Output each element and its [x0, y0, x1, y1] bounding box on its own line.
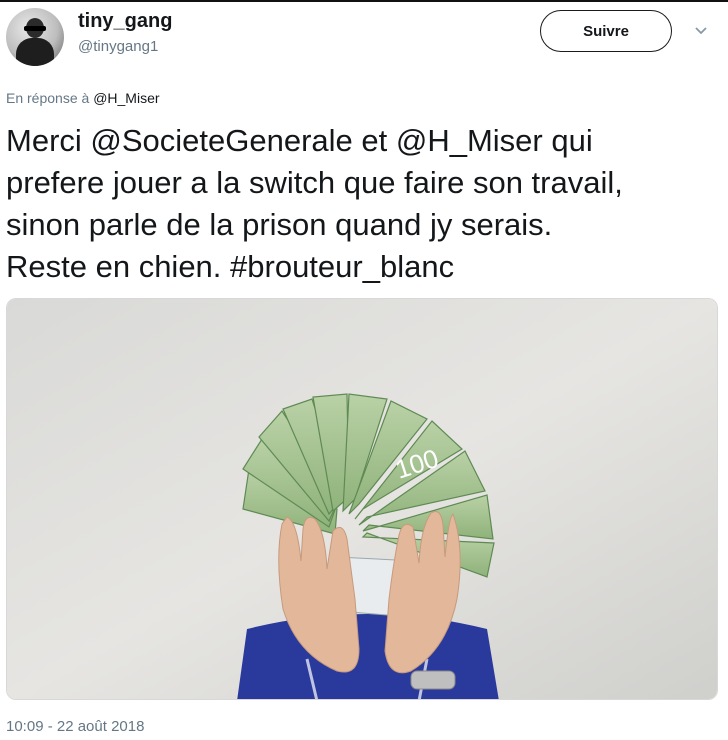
- follow-button[interactable]: Suivre: [540, 10, 672, 52]
- chevron-down-icon[interactable]: [694, 26, 708, 36]
- reply-context: En réponse à @H_Miser: [6, 90, 160, 106]
- photo-money-fan: 100: [7, 299, 717, 699]
- tweet-line: Merci @SocieteGenerale et @H_Miser qui: [6, 123, 593, 158]
- reply-prefix: En réponse à: [6, 90, 90, 106]
- tweet-line: sinon parle de la prison quand jy serais…: [6, 207, 553, 242]
- tweet-media-photo[interactable]: 100: [6, 298, 718, 700]
- top-border: [0, 0, 728, 2]
- tweet-line: prefere jouer a la switch que faire son …: [6, 165, 623, 200]
- display-name[interactable]: tiny_gang: [78, 10, 172, 33]
- reply-mention-link[interactable]: @H_Miser: [93, 90, 159, 106]
- user-handle[interactable]: @tinygang1: [78, 38, 158, 55]
- tweet-timestamp[interactable]: 10:09 - 22 août 2018: [6, 718, 144, 735]
- tweet-text: Merci @SocieteGenerale et @H_Miser qui p…: [6, 120, 706, 288]
- tweet-line: Reste en chien. #brouteur_blanc: [6, 249, 455, 284]
- user-avatar[interactable]: [6, 8, 64, 66]
